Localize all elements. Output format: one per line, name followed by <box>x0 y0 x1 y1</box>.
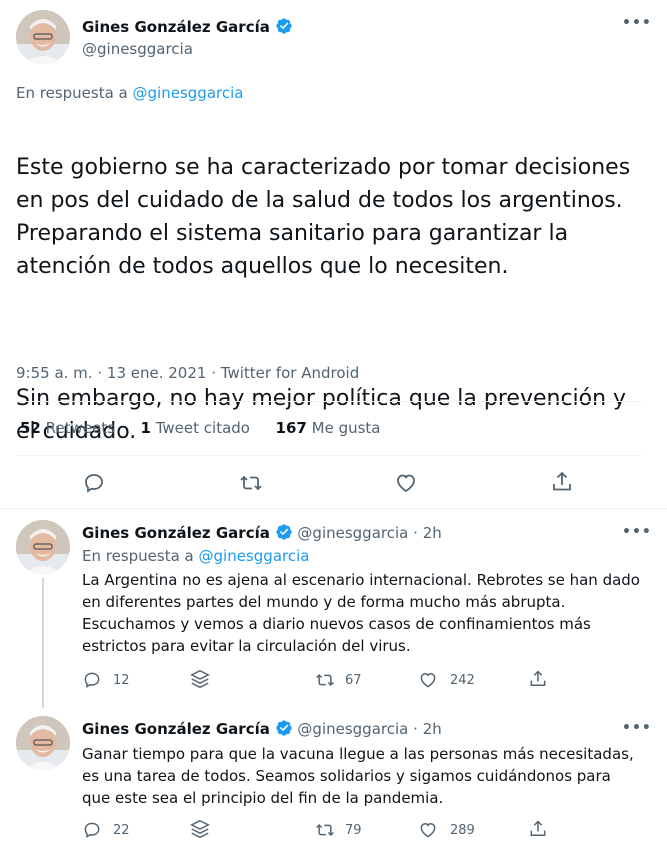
retweet-icon[interactable] <box>314 670 336 690</box>
author-name[interactable]: Gines González García <box>82 720 270 738</box>
avatar[interactable] <box>16 520 70 574</box>
author-handle[interactable]: @ginesggarcia <box>297 720 408 738</box>
reply-header: Gines González García @ginesggarcia · 2h <box>82 524 442 542</box>
more-options-icon[interactable]: ••• <box>622 15 652 31</box>
reply-to-link[interactable]: @ginesggarcia <box>133 84 244 102</box>
reply-text: Ganar tiempo para que la vacuna llegue a… <box>82 745 634 807</box>
retweet-count: 67 <box>345 673 362 688</box>
retweet-icon[interactable] <box>314 820 336 840</box>
stack-icon[interactable] <box>189 668 211 690</box>
likes-stat[interactable]: 167 Me gusta <box>276 419 381 437</box>
reply-count: 12 <box>113 673 130 688</box>
like-count: 289 <box>450 823 475 838</box>
like-icon[interactable] <box>418 820 438 840</box>
author-handle[interactable]: @ginesggarcia <box>297 524 408 542</box>
share-icon[interactable] <box>528 819 548 839</box>
author-handle[interactable]: @ginesggarcia <box>82 40 193 58</box>
verified-badge-icon <box>275 720 292 736</box>
share-icon[interactable] <box>528 669 548 689</box>
reply-icon[interactable] <box>82 670 102 690</box>
retweets-stat[interactable]: 52 Retweets <box>20 419 120 437</box>
divider <box>16 455 641 456</box>
retweet-icon[interactable] <box>238 471 264 495</box>
reply-text: La Argentina no es ajena al escenario in… <box>82 571 640 655</box>
tweet-time[interactable]: 9:55 a. m. <box>16 364 93 382</box>
tweet-age[interactable]: 2h <box>423 524 442 542</box>
author-header: Gines González García <box>82 17 293 36</box>
verified-badge-icon <box>275 524 292 540</box>
like-icon[interactable] <box>394 471 418 495</box>
more-options-icon[interactable]: ••• <box>622 720 652 736</box>
reply-icon[interactable] <box>82 820 102 840</box>
share-icon[interactable] <box>550 470 574 494</box>
reply-icon[interactable] <box>82 471 106 495</box>
reply-context: En respuesta a @ginesggarcia <box>82 547 310 565</box>
divider <box>0 508 667 509</box>
author-name[interactable]: Gines González García <box>82 524 270 542</box>
quotes-stat[interactable]: 1 Tweet citado <box>141 419 255 437</box>
tweet-stats: 52 Retweets 1 Tweet citado 167 Me gusta <box>20 419 380 437</box>
retweet-count: 79 <box>345 823 362 838</box>
avatar[interactable] <box>16 10 70 64</box>
reply-to-link[interactable]: @ginesggarcia <box>199 547 310 565</box>
more-options-icon[interactable]: ••• <box>622 524 652 540</box>
reply-context: En respuesta a @ginesggarcia <box>16 84 244 102</box>
reply-header: Gines González García @ginesggarcia · 2h <box>82 720 442 738</box>
avatar[interactable] <box>16 716 70 770</box>
verified-badge-icon <box>276 18 292 34</box>
tweet-source[interactable]: Twitter for Android <box>221 364 359 382</box>
author-name[interactable]: Gines González García <box>82 18 270 36</box>
like-count: 242 <box>450 673 475 688</box>
tweet-meta: 9:55 a. m. · 13 ene. 2021 · Twitter for … <box>16 364 360 382</box>
divider <box>16 401 641 402</box>
stack-icon[interactable] <box>189 818 211 840</box>
reply-count: 22 <box>113 823 130 838</box>
tweet-date[interactable]: 13 ene. 2021 <box>107 364 207 382</box>
thread-line <box>42 578 44 708</box>
tweet-age[interactable]: 2h <box>423 720 442 738</box>
like-icon[interactable] <box>418 670 438 690</box>
